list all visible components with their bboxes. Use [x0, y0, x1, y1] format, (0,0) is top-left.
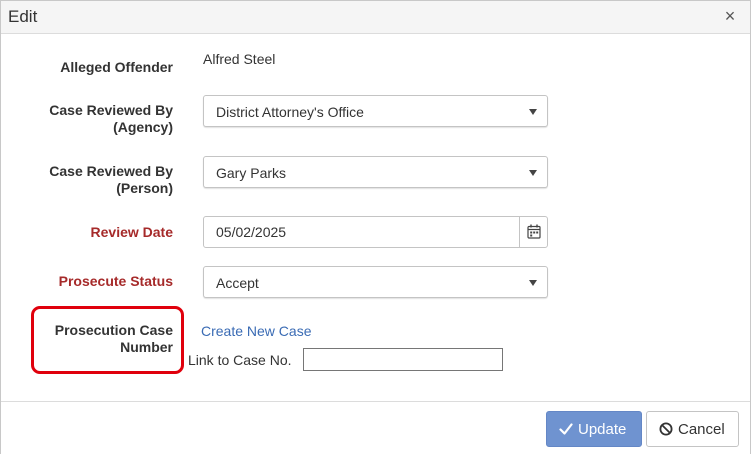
- review-date-value: 05/02/2025: [216, 224, 287, 240]
- review-date-label: Review Date: [90, 224, 173, 240]
- reviewed-by-agency-label: Case Reviewed By (Agency): [49, 102, 173, 135]
- update-button[interactable]: Update: [546, 411, 642, 447]
- ban-icon: [659, 422, 673, 440]
- prosecute-status-selected: Accept: [216, 275, 259, 291]
- prosecute-status-label: Prosecute Status: [58, 273, 173, 289]
- prosecution-case-number-label: Prosecution Case Number: [54, 322, 173, 355]
- reviewed-by-person-label: Case Reviewed By (Person): [49, 163, 173, 196]
- reviewed-by-agency-select[interactable]: District Attorney's Office: [203, 95, 548, 127]
- create-new-case-link[interactable]: Create New Case: [201, 323, 312, 339]
- link-to-case-input[interactable]: [303, 348, 503, 371]
- dialog-footer: Update Cancel: [1, 401, 750, 454]
- alleged-offender-value: Alfred Steel: [203, 51, 276, 67]
- close-icon[interactable]: ×: [722, 6, 738, 26]
- chevron-down-icon: [529, 280, 537, 286]
- edit-dialog: Edit × Alleged Offender Alfred Steel Cas…: [0, 0, 751, 454]
- cancel-button-label: Cancel: [678, 421, 725, 438]
- dialog-title: Edit: [8, 7, 38, 26]
- cancel-button[interactable]: Cancel: [646, 411, 739, 447]
- prosecute-status-select[interactable]: Accept: [203, 266, 548, 298]
- chevron-down-icon: [529, 109, 537, 115]
- update-button-label: Update: [578, 421, 627, 438]
- reviewed-by-agency-selected: District Attorney's Office: [216, 104, 364, 120]
- reviewed-by-person-selected: Gary Parks: [216, 165, 287, 181]
- link-to-case-label: Link to Case No.: [188, 352, 292, 368]
- calendar-icon[interactable]: [519, 217, 547, 247]
- check-icon: [559, 422, 573, 440]
- chevron-down-icon: [529, 170, 537, 176]
- alleged-offender-label: Alleged Offender: [60, 59, 173, 75]
- dialog-header: Edit ×: [1, 1, 750, 34]
- review-date-input[interactable]: 05/02/2025: [203, 216, 548, 248]
- reviewed-by-person-select[interactable]: Gary Parks: [203, 156, 548, 188]
